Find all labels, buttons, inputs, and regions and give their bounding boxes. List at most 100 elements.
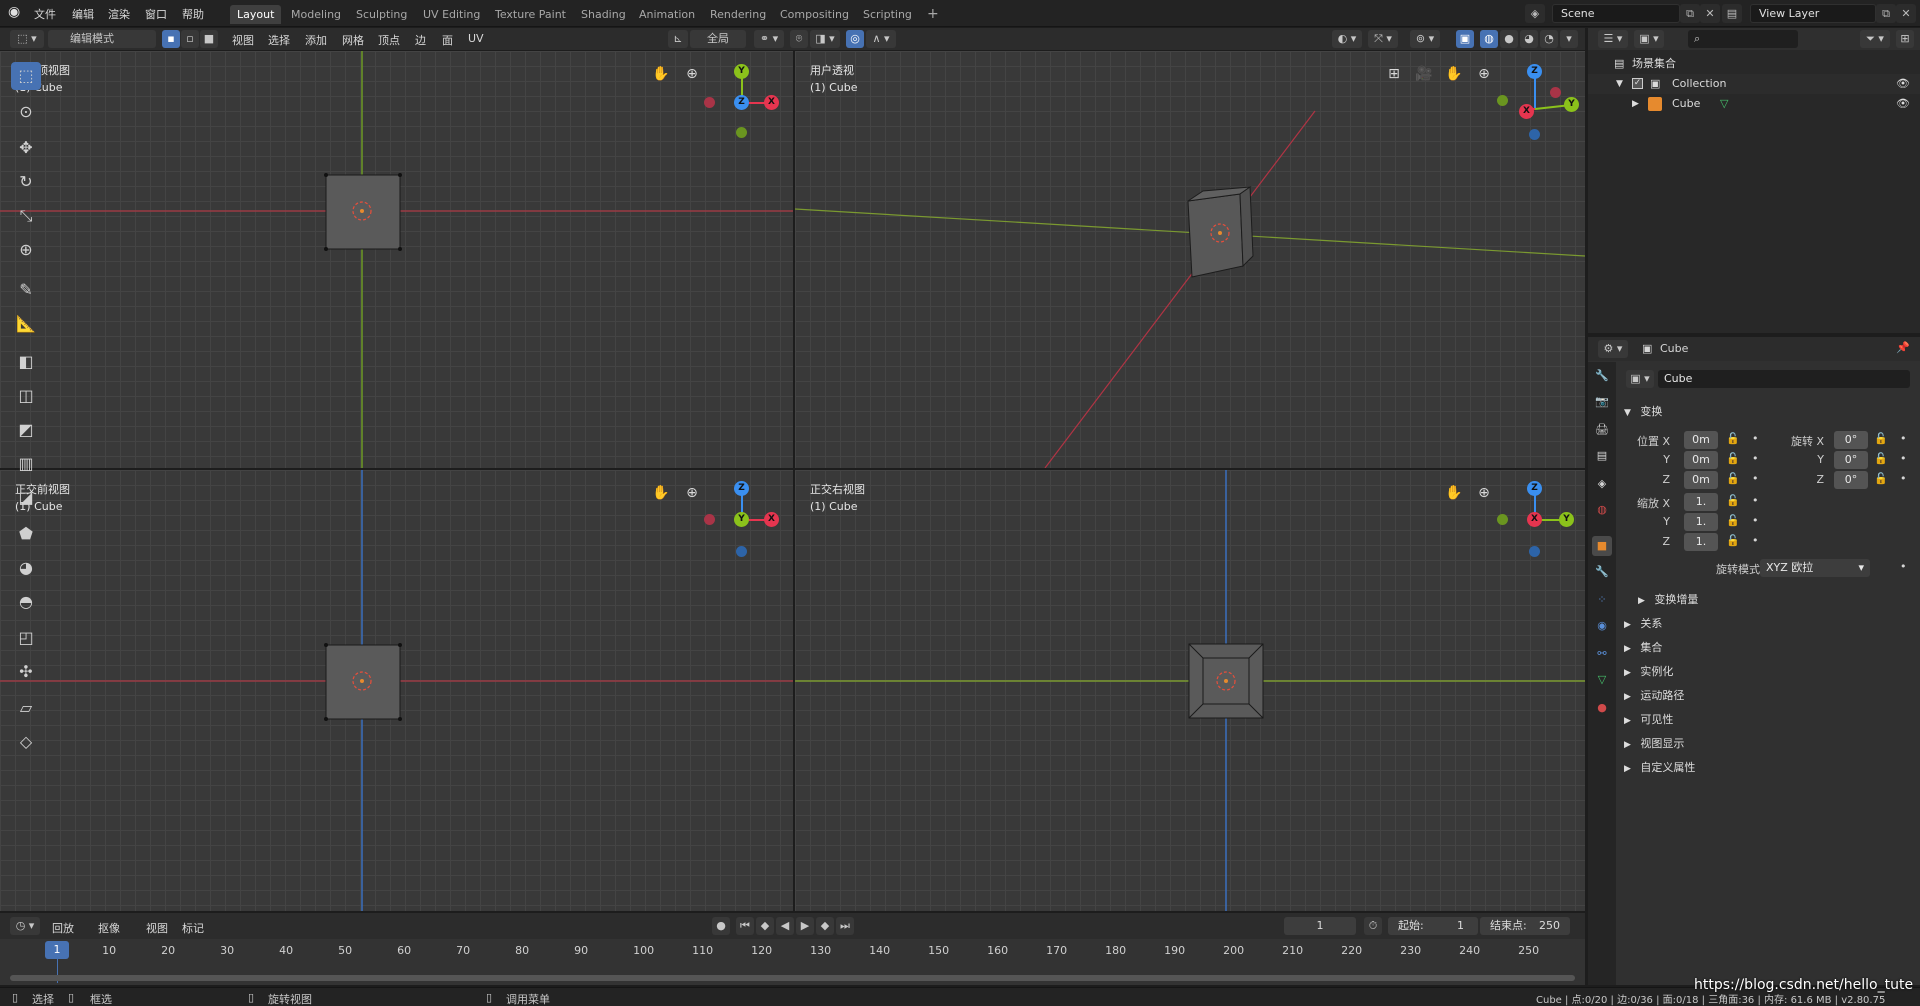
pin-icon[interactable]: 📌 bbox=[1896, 341, 1910, 354]
shading-wireframe-icon[interactable]: ◍ bbox=[1480, 30, 1498, 48]
stopwatch-icon[interactable]: ⏱ bbox=[1364, 917, 1382, 935]
zoom-icon[interactable]: ⊕ bbox=[1472, 62, 1496, 86]
view-layer-icon[interactable]: ▤ bbox=[1722, 4, 1742, 23]
outliner-cube[interactable]: ▶ Cube ▽ 👁 bbox=[1588, 94, 1920, 114]
pan-hand-icon[interactable]: ✋ bbox=[1442, 481, 1466, 505]
outliner-search-input[interactable]: ⌕ bbox=[1688, 30, 1798, 48]
keyframe-dot-icon[interactable]: • bbox=[1900, 452, 1907, 465]
mesh-data-icon[interactable]: ▽ bbox=[1720, 94, 1728, 114]
section-collections[interactable]: ▶ 集合 bbox=[1624, 639, 1662, 655]
smooth-icon[interactable]: ◓ bbox=[11, 588, 41, 616]
playhead[interactable]: 1 bbox=[45, 941, 69, 959]
play-icon[interactable]: ▶ bbox=[796, 917, 814, 935]
tab-texture-paint[interactable]: Texture Paint bbox=[488, 5, 573, 24]
section-visibility[interactable]: ▶ 可见性 bbox=[1624, 711, 1673, 727]
mode-selector[interactable]: 编辑模式 bbox=[48, 30, 156, 48]
poly-build-icon[interactable]: ⬟ bbox=[11, 520, 41, 548]
filter-icon[interactable]: ⏷ ▾ bbox=[1860, 30, 1890, 48]
menu-mesh[interactable]: 网格 bbox=[342, 32, 364, 48]
shading-solid-icon[interactable]: ● bbox=[1500, 30, 1518, 48]
view-layer-field[interactable]: View Layer bbox=[1750, 4, 1876, 23]
tab-animation[interactable]: Animation bbox=[632, 5, 702, 24]
keyframe-dot-icon[interactable]: • bbox=[1900, 560, 1907, 573]
lock-icon[interactable]: 🔓 bbox=[1726, 534, 1740, 547]
navigation-gizmo[interactable]: Y Z X bbox=[700, 51, 790, 151]
object-tab-icon[interactable]: ■ bbox=[1592, 536, 1612, 556]
scene-field[interactable]: Scene bbox=[1552, 4, 1680, 23]
tab-uv-editing[interactable]: UV Editing bbox=[416, 5, 487, 24]
shading-options-icon[interactable]: ▾ bbox=[1560, 30, 1578, 48]
menu-view[interactable]: 视图 bbox=[232, 32, 254, 48]
tool-tab-icon[interactable]: 🔧 bbox=[1592, 366, 1612, 386]
properties-editor-icon[interactable]: ⚙ ▾ bbox=[1598, 340, 1628, 358]
edge-select-button[interactable]: ▫ bbox=[181, 30, 199, 48]
menu-select[interactable]: 选择 bbox=[268, 32, 290, 48]
timeline-ruler[interactable]: 1 10 20 30 40 50 60 70 80 90 100 110 120 130 140 150 16… bbox=[0, 939, 1585, 985]
scale-icon[interactable]: ⤡ bbox=[11, 202, 41, 230]
snap-icon[interactable]: ⌾ bbox=[790, 30, 808, 48]
menu-marker[interactable]: 标记 bbox=[182, 920, 204, 936]
gizmo-axis-z[interactable]: Z bbox=[1527, 481, 1542, 496]
tab-layout[interactable]: Layout bbox=[230, 5, 282, 24]
next-keyframe-icon[interactable]: ◆ bbox=[816, 917, 834, 935]
vertex-select-button[interactable]: ▪ bbox=[162, 30, 180, 48]
view-layer-close-icon[interactable]: ✕ bbox=[1896, 4, 1916, 23]
world-tab-icon[interactable]: ◍ bbox=[1592, 500, 1612, 520]
cursor-icon[interactable]: ⊙ bbox=[11, 98, 41, 126]
spin-icon[interactable]: ◕ bbox=[11, 554, 41, 582]
transform-section-header[interactable]: ▼ 变换 bbox=[1624, 403, 1662, 419]
measure-icon[interactable]: 📐 bbox=[11, 310, 41, 338]
pan-hand-icon[interactable]: ✋ bbox=[649, 481, 673, 505]
scene-tab-icon[interactable]: ◈ bbox=[1592, 474, 1612, 494]
knife-icon[interactable]: ◪ bbox=[11, 484, 41, 512]
jump-start-icon[interactable]: ⏮ bbox=[736, 917, 754, 935]
lock-icon[interactable]: 🔓 bbox=[1874, 472, 1888, 485]
viewport-top[interactable]: 正交顶视图 (1) Cube ✋ ⊕ Y Z X bbox=[0, 51, 793, 468]
extrude-icon[interactable]: ◧ bbox=[11, 348, 41, 376]
edge-slide-icon[interactable]: ◰ bbox=[11, 624, 41, 652]
navigation-gizmo[interactable]: Z X Y bbox=[1495, 51, 1585, 151]
modifier-tab-icon[interactable]: 🔧 bbox=[1592, 562, 1612, 582]
outliner-editor-icon[interactable]: ☰ ▾ bbox=[1598, 30, 1628, 48]
eye-icon[interactable]: 👁 bbox=[1896, 94, 1910, 114]
lock-icon[interactable]: 🔓 bbox=[1726, 452, 1740, 465]
outliner-display-mode-icon[interactable]: ▣ ▾ bbox=[1634, 30, 1664, 48]
tab-compositing[interactable]: Compositing bbox=[773, 5, 856, 24]
location-x-field[interactable]: 0m bbox=[1684, 431, 1718, 449]
keyframe-dot-icon[interactable]: • bbox=[1752, 432, 1759, 445]
loop-cut-icon[interactable]: ▥ bbox=[11, 450, 41, 478]
gizmo-axis-z[interactable]: Z bbox=[734, 481, 749, 496]
section-viewport-display[interactable]: ▶ 视图显示 bbox=[1624, 735, 1684, 751]
keyframe-dot-icon[interactable]: • bbox=[1752, 452, 1759, 465]
menu-vertex[interactable]: 顶点 bbox=[378, 32, 400, 48]
checkbox-icon[interactable]: ✓ bbox=[1632, 78, 1643, 89]
menu-render[interactable]: 渲染 bbox=[108, 6, 130, 22]
navigation-gizmo[interactable]: Z Y X bbox=[700, 470, 790, 570]
keyframe-dot-icon[interactable]: • bbox=[1752, 534, 1759, 547]
section-relations[interactable]: ▶ 关系 bbox=[1624, 615, 1662, 631]
menu-edit[interactable]: 编辑 bbox=[72, 6, 94, 22]
orientation-icon[interactable]: ⊾ bbox=[668, 30, 688, 48]
navigation-gizmo[interactable]: Z X Y bbox=[1495, 470, 1585, 570]
lock-icon[interactable]: 🔓 bbox=[1874, 432, 1888, 445]
scale-y-field[interactable]: 1. bbox=[1684, 513, 1718, 531]
menu-add[interactable]: 添加 bbox=[305, 32, 327, 48]
constraints-tab-icon[interactable]: ⚯ bbox=[1592, 644, 1612, 664]
snap-target-icon[interactable]: ◨ ▾ bbox=[810, 30, 840, 48]
pan-hand-icon[interactable]: ✋ bbox=[1442, 62, 1466, 86]
annotate-icon[interactable]: ✎ bbox=[11, 276, 41, 304]
timeline-editor-icon[interactable]: ◷ ▾ bbox=[10, 917, 40, 935]
shear-icon[interactable]: ▱ bbox=[11, 694, 41, 722]
shading-material-icon[interactable]: ◕ bbox=[1520, 30, 1538, 48]
gizmo-axis-y[interactable]: Y bbox=[734, 64, 749, 79]
menu-window[interactable]: 窗口 bbox=[145, 6, 167, 22]
tab-modeling[interactable]: Modeling bbox=[284, 5, 348, 24]
section-motion-paths[interactable]: ▶ 运动路径 bbox=[1624, 687, 1684, 703]
eye-icon[interactable]: 👁 bbox=[1896, 74, 1910, 94]
gizmo-axis-y[interactable]: Y bbox=[734, 512, 749, 527]
keyframe-dot-icon[interactable]: • bbox=[1752, 494, 1759, 507]
output-tab-icon[interactable]: 🖨 bbox=[1592, 420, 1612, 440]
keyframe-dot-icon[interactable]: • bbox=[1900, 472, 1907, 485]
expand-icon[interactable]: ▼ bbox=[1616, 74, 1623, 94]
particles-tab-icon[interactable]: ⁘ bbox=[1592, 590, 1612, 610]
